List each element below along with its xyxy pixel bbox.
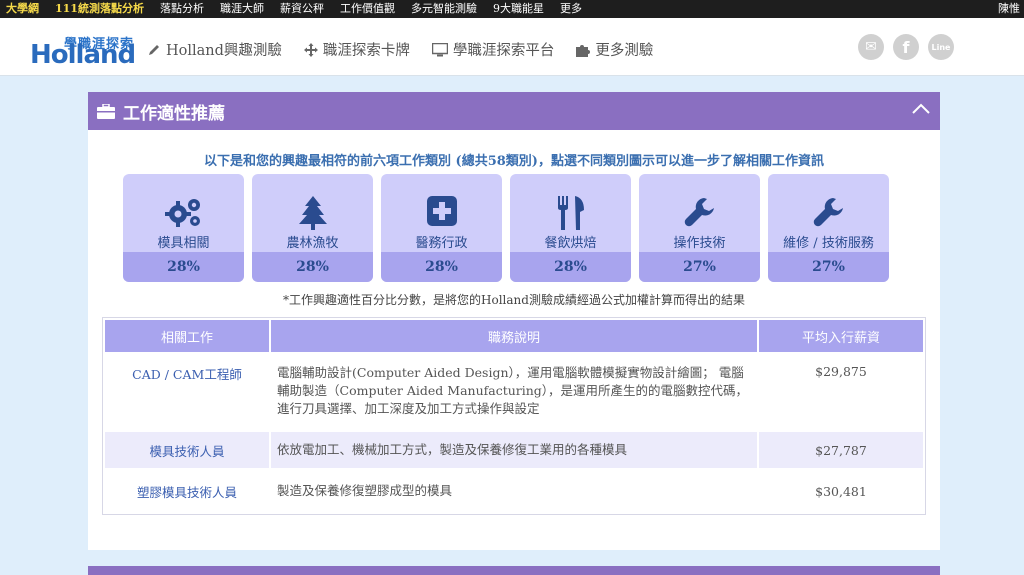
job-description: 製造及保養修復塑膠成型的模具 <box>277 483 453 498</box>
topnav-item[interactable]: 工作價值觀 <box>332 0 403 18</box>
topnav-brand-link[interactable]: 大學網 <box>0 0 47 18</box>
line-icon[interactable]: Line <box>928 34 954 60</box>
category-label: 模具相關 <box>157 236 210 251</box>
site-header: 學職涯探索 Holland Holland興趣測驗 職涯探索卡牌 學職涯探索平台… <box>0 18 1024 76</box>
category-card-medical-admin[interactable]: 醫務行政 28% <box>381 174 502 282</box>
job-description: 依放電加工、機械加工方式，製造及保養修復工業用的各種模具 <box>271 432 757 468</box>
chevron-up-icon[interactable] <box>912 103 930 115</box>
nav-label: 學職涯探索平台 <box>452 43 555 59</box>
category-cards: 模具相關 28% 農林漁牧 28% 醫務行政 28% 餐飲烘焙 28% 操作技術… <box>123 174 897 282</box>
category-card-agriculture[interactable]: 農林漁牧 28% <box>252 174 373 282</box>
facebook-glyph: f <box>902 37 910 57</box>
briefcase-icon <box>97 103 115 119</box>
holland-logo[interactable]: 學職涯探索 Holland <box>30 30 136 70</box>
job-name-link[interactable]: 塑膠模具技術人員 <box>105 470 269 512</box>
topnav-item[interactable]: 職涯大師 <box>212 0 272 18</box>
panel-title: 工作適性推薦 <box>123 103 225 124</box>
topnav-item[interactable]: 9大職能星 <box>485 0 552 18</box>
category-percent: 27% <box>768 252 889 282</box>
intro-text: 以下是和您的興趣最相符的前六項工作類別 (總共58類別)，點選不同類別圖示可以進… <box>204 154 824 169</box>
nav-holland-test[interactable]: Holland興趣測驗 <box>148 39 282 60</box>
nav-label: 職涯探索卡牌 <box>322 43 410 59</box>
related-jobs-table: 相關工作 職務說明 平均入行薪資 CAD / CAM工程師 電腦輔助設計(Com… <box>102 317 926 515</box>
category-label: 醫務行政 <box>415 236 468 251</box>
category-card-mold[interactable]: 模具相關 28% <box>123 174 244 282</box>
nav-career-platform[interactable]: 學職涯探索平台 <box>431 39 555 60</box>
social-links: ✉ f Line <box>849 34 954 60</box>
topnav-item[interactable]: 落點分析 <box>152 0 212 18</box>
pencil-icon <box>149 45 159 55</box>
column-header: 職務說明 <box>271 320 757 352</box>
user-name-link[interactable]: 陳惟 <box>998 0 1024 18</box>
mail-icon[interactable]: ✉ <box>858 34 884 60</box>
move-icon <box>303 42 318 57</box>
puzzle-icon <box>576 44 591 57</box>
category-card-maintenance[interactable]: 維修 / 技術服務 27% <box>768 174 889 282</box>
topnav-item[interactable]: 薪資公秤 <box>272 0 332 18</box>
topnav-highlight-link[interactable]: 111統測落點分析 <box>47 0 152 18</box>
column-header: 相關工作 <box>105 320 269 352</box>
topnav-item[interactable]: 多元智能測驗 <box>403 0 485 18</box>
line-glyph: Line <box>931 42 951 52</box>
medical-icon <box>426 196 457 226</box>
category-percent: 28% <box>252 252 373 282</box>
table-row: CAD / CAM工程師 電腦輔助設計(Computer Aided Desig… <box>105 354 923 430</box>
tree-icon <box>298 196 327 230</box>
nav-label: Holland興趣測驗 <box>166 43 282 59</box>
table-row: 塑膠模具技術人員 製造及保養修復塑膠成型的模具 $30,481 <box>105 470 923 512</box>
nav-label: 更多測驗 <box>595 43 654 59</box>
category-label: 維修 / 技術服務 <box>783 236 874 251</box>
category-label: 餐飲烘焙 <box>544 236 597 251</box>
nav-more-tests[interactable]: 更多測驗 <box>576 39 653 60</box>
panel-header[interactable]: 工作適性推薦 <box>88 92 940 130</box>
topnav-item[interactable]: 更多 <box>552 0 590 18</box>
column-header: 平均入行薪資 <box>759 320 923 352</box>
job-recommendation-panel: 工作適性推薦 以下是和您的興趣最相符的前六項工作類別 (總共58類別)，點選不同… <box>88 92 940 550</box>
facebook-icon[interactable]: f <box>893 34 919 60</box>
category-percent: 28% <box>123 252 244 282</box>
cutlery-icon <box>557 196 584 230</box>
category-label: 農林漁牧 <box>286 236 339 251</box>
category-percent: 28% <box>381 252 502 282</box>
category-percent: 27% <box>639 252 760 282</box>
job-salary: $29,875 <box>815 364 867 379</box>
monitor-icon <box>431 42 448 56</box>
job-salary: $27,787 <box>759 432 923 468</box>
job-name-link[interactable]: CAD / CAM工程師 <box>105 354 269 430</box>
job-description: 電腦輔助設計(Computer Aided Design），運用電腦軟體模擬實物… <box>277 365 749 416</box>
category-card-operation-tech[interactable]: 操作技術 27% <box>639 174 760 282</box>
wrench-icon <box>813 198 843 227</box>
job-name-link[interactable]: 模具技術人員 <box>105 432 269 468</box>
job-salary: $30,481 <box>815 483 867 499</box>
category-percent: 28% <box>510 252 631 282</box>
gears-icon <box>164 199 200 227</box>
nav-career-cards[interactable]: 職涯探索卡牌 <box>303 39 410 60</box>
header-nav: Holland興趣測驗 職涯探索卡牌 學職涯探索平台 更多測驗 <box>148 39 675 60</box>
mail-glyph: ✉ <box>865 39 877 55</box>
category-label: 操作技術 <box>673 236 726 251</box>
wrench-icon <box>684 198 714 227</box>
table-header-row: 相關工作 職務說明 平均入行薪資 <box>105 320 923 352</box>
category-card-catering[interactable]: 餐飲烘焙 28% <box>510 174 631 282</box>
table-row: 模具技術人員 依放電加工、機械加工方式，製造及保養修復工業用的各種模具 $27,… <box>105 432 923 468</box>
next-panel-header[interactable] <box>88 566 940 575</box>
top-nav-bar: 大學網 111統測落點分析 落點分析 職涯大師 薪資公秤 工作價值觀 多元智能測… <box>0 0 1024 18</box>
score-footnote: *工作興趣適性百分比分數，是將您的Holland測驗成績經過公式加權計算而得出的… <box>283 293 745 307</box>
logo-english-text: Holland <box>30 40 136 70</box>
